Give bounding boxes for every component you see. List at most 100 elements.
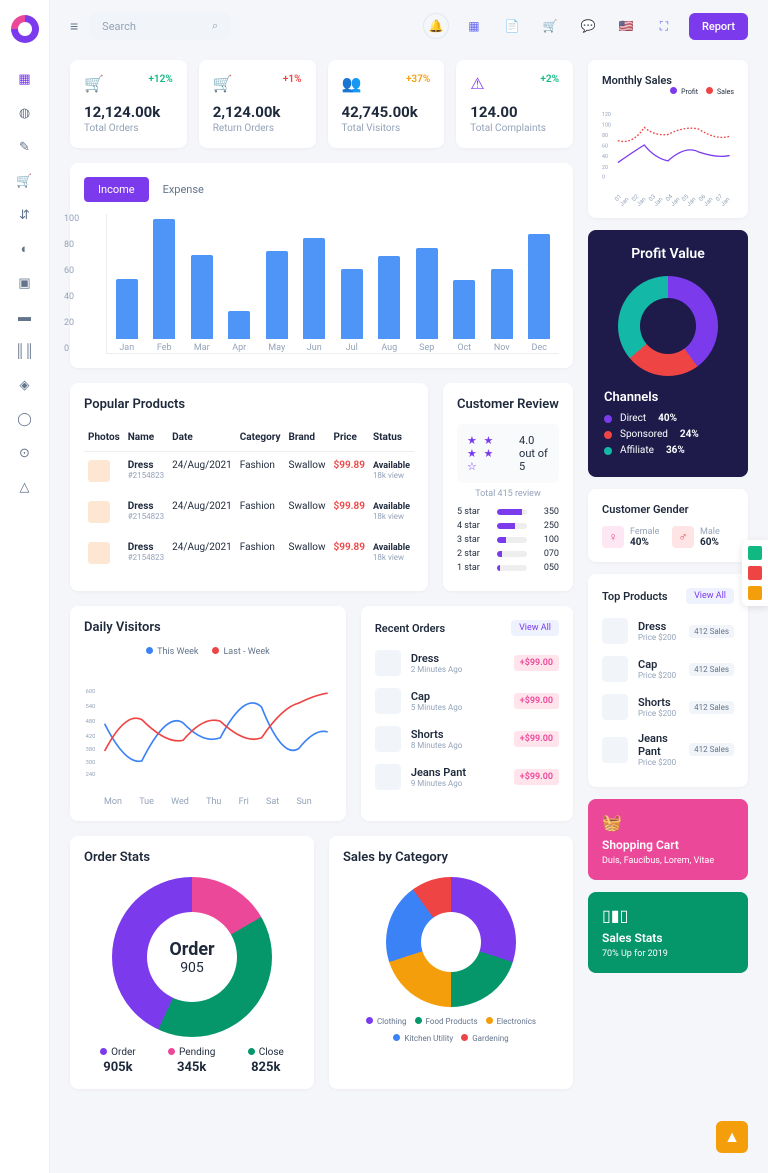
review-bar-row: 2 star 070 xyxy=(457,549,559,559)
order-thumb xyxy=(375,726,401,752)
channels-title: Channels xyxy=(604,390,732,405)
gender-male: ♂ Male60% xyxy=(672,526,734,548)
scroll-top-button[interactable]: ▲ xyxy=(716,1121,748,1153)
nav-world-icon[interactable]: ◯ xyxy=(17,411,33,427)
top-product-item[interactable]: Jeans PantPrice $200 412 Sales xyxy=(602,726,734,773)
nav-lock-icon[interactable]: ⊙ xyxy=(17,445,33,461)
monthly-sales-legend: Profit Sales xyxy=(602,87,734,96)
top-product-thumb xyxy=(602,737,628,763)
channel-row: Sponsored24% xyxy=(604,429,732,440)
order-stat-item: Pending 345k xyxy=(168,1047,215,1075)
sales-category-card: Sales by Category ClothingFood ProductsE… xyxy=(329,836,573,1089)
nav-edit-icon[interactable]: ✎ xyxy=(17,139,33,155)
recent-view-all[interactable]: View All xyxy=(511,620,559,636)
bar-Feb: Feb xyxy=(153,219,177,353)
bar-Mar: Mar xyxy=(190,255,214,353)
gender-title: Customer Gender xyxy=(602,503,734,516)
nav-bars-icon[interactable]: ║║ xyxy=(17,343,33,359)
cart-icon[interactable]: 🛒 xyxy=(537,13,563,39)
nav-wallet-icon[interactable]: ▬ xyxy=(17,309,33,325)
top-product-item[interactable]: CapPrice $200 412 Sales xyxy=(602,650,734,688)
top-product-sales: 412 Sales xyxy=(689,663,734,676)
nav-box-icon[interactable]: ◈ xyxy=(17,377,33,393)
legend-item: Gardening xyxy=(461,1034,508,1043)
report-button[interactable]: Report xyxy=(689,13,748,40)
bars-icon: ▯▮▯ xyxy=(602,906,734,925)
nav-camera-icon[interactable]: ▣ xyxy=(17,275,33,291)
recent-order-item[interactable]: Cap5 Minutes Ago +$99.00 xyxy=(375,682,559,720)
nav-globe-icon[interactable]: ◍ xyxy=(17,105,33,121)
tab-expense[interactable]: Expense xyxy=(149,177,218,202)
bar-Apr: Apr xyxy=(228,311,252,353)
theme-switcher[interactable] xyxy=(742,540,768,606)
stat-icon: ⚠ xyxy=(470,74,484,93)
svg-text:300: 300 xyxy=(86,760,96,766)
chat-icon[interactable]: 💬 xyxy=(575,13,601,39)
order-stats-card: Order Stats Order 905 Order 905k Pending… xyxy=(70,836,314,1089)
svg-text:420: 420 xyxy=(86,734,96,740)
order-price: +$99.00 xyxy=(514,693,559,709)
recent-order-item[interactable]: Jeans Pant9 Minutes Ago +$99.00 xyxy=(375,758,559,796)
income-chart-card: Income Expense 100806040200 Jan Feb Mar … xyxy=(70,163,573,368)
fullscreen-icon[interactable]: ⛶ xyxy=(651,13,677,39)
top-product-item[interactable]: DressPrice $200 412 Sales xyxy=(602,612,734,650)
nav-filter-icon[interactable]: ⇵ xyxy=(17,207,33,223)
top-product-thumb xyxy=(602,618,628,644)
nav-dashboard-icon[interactable]: ▦ xyxy=(17,71,33,87)
bar-Dec: Dec xyxy=(528,234,552,353)
flag-icon[interactable]: 🇺🇸 xyxy=(613,13,639,39)
legend-item: Electronics xyxy=(486,1017,536,1026)
daily-visitors-card: Daily Visitors This Week Last - Week 600… xyxy=(70,606,346,821)
bar-Jan: Jan xyxy=(115,279,139,353)
popular-products-table: PhotosNameDateCategoryBrandPriceStatus D… xyxy=(84,424,414,575)
female-icon: ♀ xyxy=(602,526,624,548)
nav-auth-icon[interactable]: ◐ xyxy=(17,241,33,257)
search-icon: ⌕ xyxy=(212,19,218,33)
profit-title: Profit Value xyxy=(604,246,732,262)
top-product-item[interactable]: ShortsPrice $200 412 Sales xyxy=(602,688,734,726)
stat-change: +1% xyxy=(283,74,302,85)
apps-icon[interactable]: ▦ xyxy=(461,13,487,39)
nav-warn-icon[interactable]: △ xyxy=(17,479,33,495)
top-products-view-all[interactable]: View All xyxy=(686,588,734,604)
recent-orders-card: Recent Orders View All Dress2 Minutes Ag… xyxy=(361,606,573,821)
tab-income[interactable]: Income xyxy=(84,177,149,202)
stat-label: Return Orders xyxy=(213,123,302,134)
svg-text:0: 0 xyxy=(602,174,605,180)
nav-cart-icon[interactable]: 🛒 xyxy=(17,173,33,189)
promo-cart[interactable]: 🧺 Shopping Cart Duis, Faucibus, Lorem, V… xyxy=(588,799,748,880)
review-title: Customer Review xyxy=(457,397,559,412)
order-thumb xyxy=(375,688,401,714)
review-bar-row: 4 star 250 xyxy=(457,521,559,531)
basket-icon: 🧺 xyxy=(602,813,734,832)
recent-order-item[interactable]: Dress2 Minutes Ago +$99.00 xyxy=(375,644,559,682)
theme-red-icon[interactable] xyxy=(748,566,762,580)
table-row[interactable]: Dress#2154823 24/Aug/2021FashionSwallow … xyxy=(84,493,414,534)
table-row[interactable]: Dress#2154823 24/Aug/2021FashionSwallow … xyxy=(84,534,414,575)
recent-title: Recent Orders xyxy=(375,622,445,635)
daily-line-chart: 600540480420380300240 xyxy=(84,667,332,797)
order-stat-item: Close 825k xyxy=(248,1047,284,1075)
stat-label: Total Visitors xyxy=(342,123,431,134)
male-icon: ♂ xyxy=(672,526,694,548)
file-icon[interactable]: 📄 xyxy=(499,13,525,39)
theme-yellow-icon[interactable] xyxy=(748,586,762,600)
svg-text:540: 540 xyxy=(86,704,96,710)
menu-toggle-icon[interactable]: ≡ xyxy=(70,18,78,35)
recent-order-item[interactable]: Shorts8 Minutes Ago +$99.00 xyxy=(375,720,559,758)
legend-item: Kitchen Utility xyxy=(393,1034,453,1043)
notification-icon[interactable]: 🔔 xyxy=(423,13,449,39)
popular-products-title: Popular Products xyxy=(84,397,414,412)
product-thumb xyxy=(88,542,110,564)
order-price: +$99.00 xyxy=(514,769,559,785)
search-input[interactable]: Search ⌕ xyxy=(90,12,230,40)
stat-cards-row: 🛒 +12% 12,124.00k Total Orders 🛒 +1% 2,1… xyxy=(70,60,573,148)
sales-cat-donut xyxy=(386,877,516,1007)
theme-green-icon[interactable] xyxy=(748,546,762,560)
bar-Jun: Jun xyxy=(303,238,327,353)
promo-stats[interactable]: ▯▮▯ Sales Stats 70% Up for 2019 xyxy=(588,892,748,973)
table-row[interactable]: Dress#2154823 24/Aug/2021FashionSwallow … xyxy=(84,452,414,494)
monthly-sales-card: Monthly Sales Profit Sales 1201008060402… xyxy=(588,60,748,218)
bar-May: May xyxy=(265,251,289,353)
stat-change: +2% xyxy=(540,74,559,85)
